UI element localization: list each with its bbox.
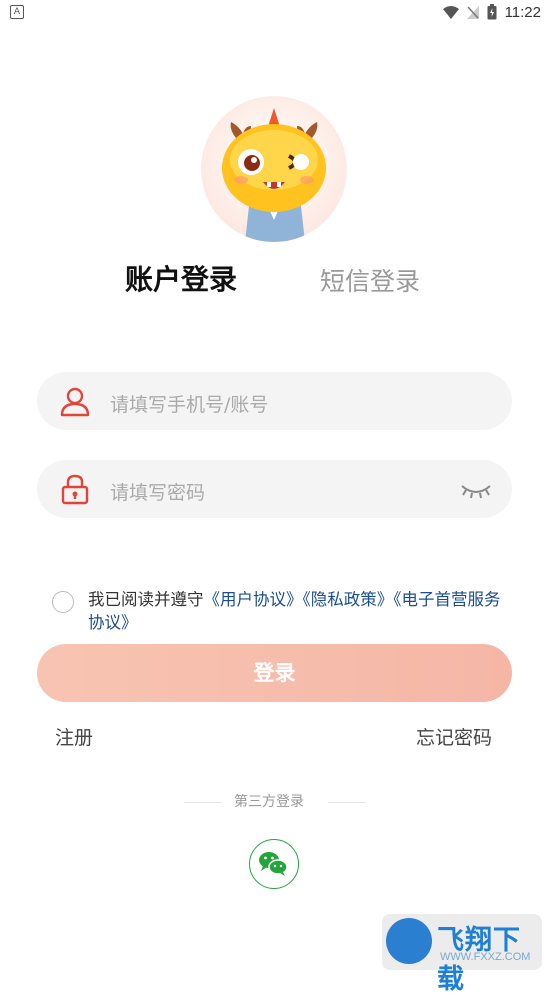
mascot-avatar (201, 96, 347, 242)
watermark: 飞翔下载 WWW.FXXZ.COM (382, 914, 542, 995)
lock-icon (61, 474, 89, 505)
forgot-password-link[interactable]: 忘记密码 (416, 723, 492, 750)
tab-account-login[interactable]: 账户登录 (125, 258, 237, 298)
battery-icon (487, 4, 497, 20)
watermark-url: WWW.FXXZ.COM (440, 951, 531, 963)
no-signal-icon (466, 5, 479, 19)
privacy-policy-link[interactable]: 《隐私政策》 (303, 590, 394, 609)
eye-closed-icon[interactable] (460, 480, 492, 500)
password-field[interactable]: 请填写密码 (37, 460, 512, 518)
wifi-icon (442, 5, 459, 19)
wechat-login-button[interactable] (249, 839, 299, 889)
watermark-logo-icon (386, 918, 432, 964)
agreement-radio[interactable] (52, 591, 74, 613)
clock: 11:22 (504, 3, 541, 21)
wechat-icon (259, 852, 288, 876)
password-placeholder: 请填写密码 (110, 482, 206, 504)
agreement-prefix: 我已阅读并遵守 (88, 590, 204, 609)
user-icon (60, 387, 90, 417)
user-agreement-link[interactable]: 《用户协议》 (204, 590, 303, 609)
divider-left (184, 802, 222, 803)
divider-right (328, 802, 366, 803)
third-party-login-label: 第三方登录 (234, 794, 304, 810)
agreement-text: 我已阅读并遵守《用户协议》《隐私政策》《电子首营服务协议》 (88, 588, 508, 634)
phone-account-field[interactable]: 请填写手机号/账号 (37, 372, 512, 430)
login-button[interactable]: 登录 (37, 644, 512, 702)
status-bar: A 11:22 (0, 0, 549, 24)
register-link[interactable]: 注册 (55, 723, 93, 750)
phone-placeholder: 请填写手机号/账号 (110, 394, 269, 416)
notification-a-icon: A (10, 5, 24, 19)
dragon-mascot-icon (222, 108, 326, 242)
status-icons: 11:22 (442, 2, 541, 22)
tab-sms-login[interactable]: 短信登录 (320, 262, 420, 298)
